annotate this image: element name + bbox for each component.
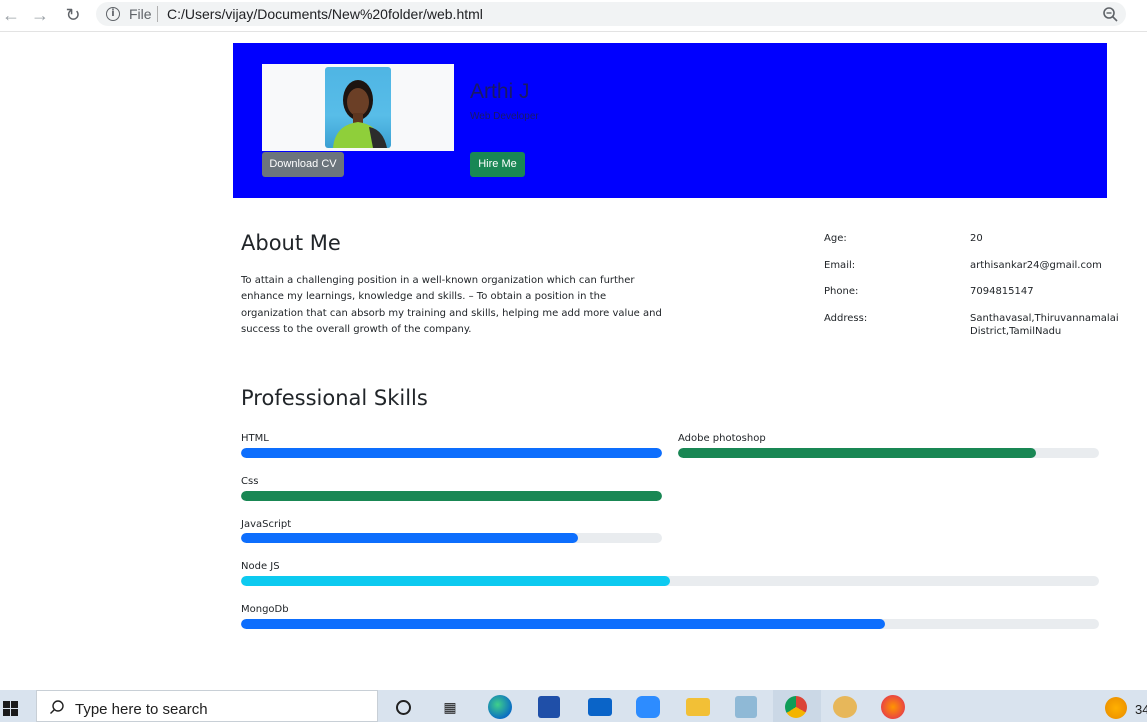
phone-label: Phone: [824,286,859,297]
email-value: arthisankar24@gmail.com [970,260,1102,271]
address-divider [157,6,158,22]
cortana-icon[interactable] [390,696,416,718]
taskbar-search-placeholder: Type here to search [75,701,208,718]
weather-temperature: 34 [1135,702,1147,717]
file-label: File [129,6,152,22]
skill-label-nodejs: Node JS [241,561,280,572]
paint-icon[interactable] [833,696,857,718]
notepad-icon[interactable] [735,696,757,718]
skill-fill-photoshop [678,448,1036,458]
zoom-app-icon[interactable] [636,696,660,718]
skill-bar-photoshop [678,448,1099,458]
reload-icon[interactable]: ↻ [62,4,84,26]
skill-bar-html [241,448,662,458]
skill-label-html: HTML [241,433,269,444]
search-icon [50,700,64,714]
profile-name: Arthi J [470,80,530,103]
windows-taskbar: Type here to search ▦ 34 [0,690,1147,722]
edge-browser-icon[interactable] [488,695,512,719]
skill-bar-nodejs [241,576,1099,586]
mail-icon[interactable] [588,698,612,716]
skill-fill-javascript [241,533,578,543]
skill-bar-javascript [241,533,662,543]
url-text[interactable]: C:/Users/vijay/Documents/New%20folder/we… [167,6,483,22]
hire-me-button[interactable]: Hire Me [470,152,525,177]
download-cv-button[interactable]: Download CV [262,152,344,177]
chrome-taskbar-slot[interactable] [773,690,821,722]
info-icon[interactable]: i [106,7,120,21]
skill-fill-html [241,448,662,458]
chrome-icon [785,696,807,718]
skill-label-mongodb: MongoDb [241,604,289,615]
profile-role: Web Developer [470,111,539,122]
address-label: Address: [824,313,868,324]
forward-arrow-icon[interactable]: → [29,4,51,26]
photo-frame [262,64,454,151]
windows-start-icon[interactable] [3,701,19,717]
skill-fill-mongodb [241,619,885,629]
task-view-icon[interactable]: ▦ [437,696,463,718]
skills-title: Professional Skills [241,386,428,410]
browser-toolbar: ← → ↻ i File C:/Users/vijay/Documents/Ne… [0,0,1147,32]
skill-bar-css [241,491,662,501]
store-icon[interactable] [538,696,560,718]
skill-fill-nodejs [241,576,670,586]
email-label: Email: [824,260,856,271]
firefox-icon[interactable] [881,695,905,719]
address-bar[interactable]: i File C:/Users/vijay/Documents/New%20fo… [96,2,1126,26]
age-value: 20 [970,233,983,244]
zoom-icon[interactable] [1100,4,1122,26]
back-arrow-icon[interactable]: ← [0,4,22,26]
skill-label-css: Css [241,476,259,487]
skill-label-javascript: JavaScript [241,519,292,530]
file-explorer-icon[interactable] [686,698,710,716]
address-value: Santhavasal,Thiruvannamalai District,Tam… [970,313,1119,337]
phone-value: 7094815147 [970,286,1034,297]
about-text: To attain a challenging position in a we… [241,275,662,335]
taskbar-search-box[interactable]: Type here to search [36,690,378,722]
profile-header: Download CV Arthi J Web Developer Hire M… [233,43,1107,198]
age-label: Age: [824,233,847,244]
skill-bar-mongodb [241,619,1099,629]
weather-icon[interactable] [1105,697,1127,719]
profile-photo [325,67,391,148]
skill-fill-css [241,491,662,501]
about-title: About Me [241,231,341,255]
skill-label-photoshop: Adobe photoshop [678,433,766,444]
